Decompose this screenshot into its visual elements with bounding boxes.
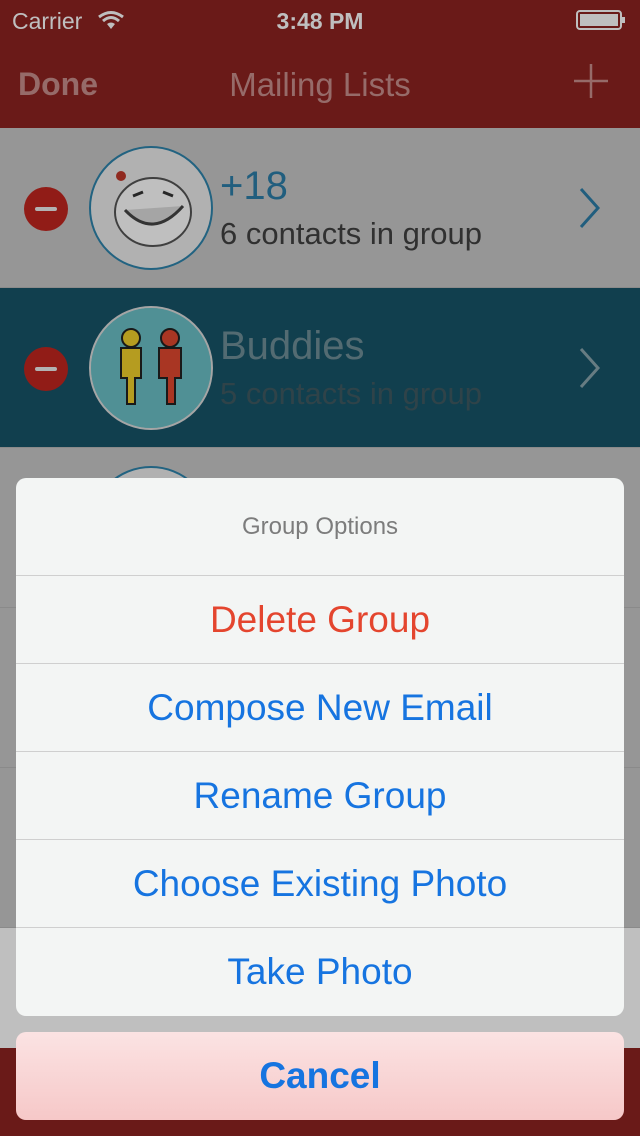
delete-group-button[interactable]: Delete Group xyxy=(16,576,624,664)
take-photo-button[interactable]: Take Photo xyxy=(16,928,624,1016)
choose-existing-photo-button[interactable]: Choose Existing Photo xyxy=(16,840,624,928)
action-sheet: Group Options Delete Group Compose New E… xyxy=(16,478,624,1016)
cancel-button[interactable]: Cancel xyxy=(16,1032,624,1120)
rename-group-button[interactable]: Rename Group xyxy=(16,752,624,840)
compose-new-email-button[interactable]: Compose New Email xyxy=(16,664,624,752)
action-sheet-title: Group Options xyxy=(16,478,624,576)
